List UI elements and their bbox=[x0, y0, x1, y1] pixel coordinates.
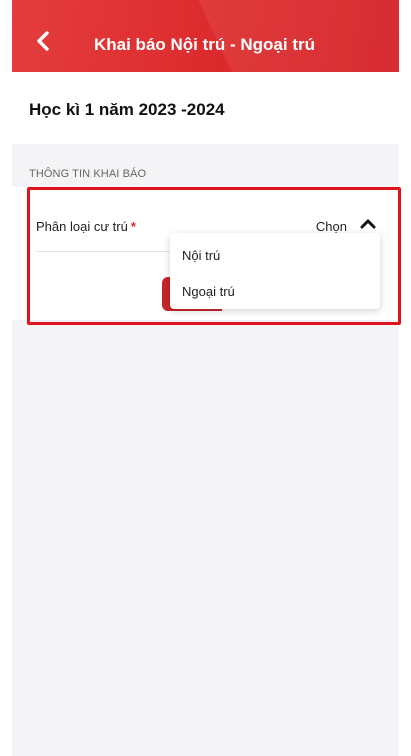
page-title: Khai báo Nội trú - Ngoại trú bbox=[94, 35, 315, 54]
option-ngoai-tru[interactable]: Ngoại trú bbox=[170, 274, 380, 310]
term-header: Học kì 1 năm 2023 -2024 bbox=[12, 72, 399, 144]
chevron-up-icon bbox=[360, 216, 376, 234]
back-button[interactable] bbox=[30, 30, 56, 56]
residence-type-dropdown: Nội trú Ngoại trú bbox=[170, 233, 380, 309]
residence-type-select[interactable]: Chọn bbox=[316, 219, 347, 234]
option-noi-tru[interactable]: Nội trú bbox=[170, 238, 380, 274]
section-title: THÔNG TIN KHAI BÁO bbox=[29, 168, 147, 180]
chevron-left-icon bbox=[36, 30, 50, 56]
residence-type-label-text: Phân loại cư trú bbox=[36, 219, 128, 234]
term-label: Học kì 1 năm 2023 -2024 bbox=[29, 100, 225, 119]
required-marker: * bbox=[130, 219, 136, 234]
app-screen: Khai báo Nội trú - Ngoại trú Học kì 1 nă… bbox=[12, 0, 399, 756]
field-divider bbox=[36, 251, 170, 252]
app-bar: Khai báo Nội trú - Ngoại trú bbox=[12, 0, 399, 139]
residence-type-label: Phân loại cư trú * bbox=[36, 219, 136, 234]
dropdown-toggle[interactable] bbox=[357, 215, 379, 235]
